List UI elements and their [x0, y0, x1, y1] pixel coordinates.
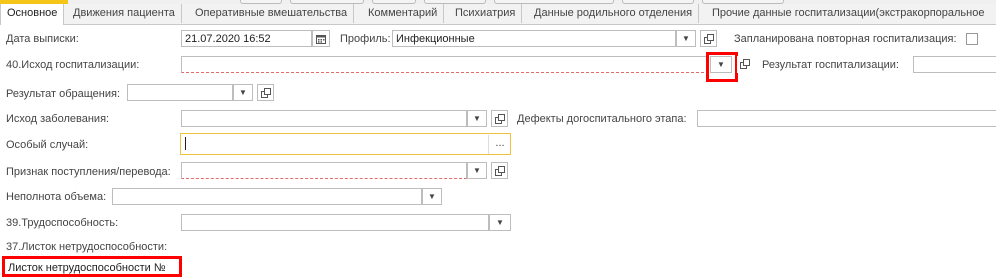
profile-label: Профиль:	[340, 33, 391, 45]
calendar-button[interactable]	[312, 30, 330, 47]
profile-value: Инфекционные	[396, 33, 475, 45]
open-window-icon	[495, 114, 505, 124]
open-window-icon	[261, 88, 271, 98]
special-case-select-button[interactable]: ...	[488, 135, 511, 154]
open-window-icon	[495, 166, 505, 176]
open-window-icon	[704, 34, 714, 44]
open-window-icon	[740, 59, 750, 69]
profile-select[interactable]: Инфекционные	[392, 30, 676, 47]
admission-sign-open-button[interactable]	[491, 162, 508, 179]
tab-psychiatry[interactable]: Психиатрия	[449, 4, 523, 23]
tab-main[interactable]: Основное	[0, 4, 65, 25]
hosp-outcome-select[interactable]	[181, 56, 709, 73]
sick-leave-label: 37.Листок нетрудоспособности:	[6, 241, 168, 253]
tab-maternity-data[interactable]: Данные родильного отделения	[528, 4, 700, 23]
incomplete-volume-select[interactable]	[112, 188, 422, 205]
chevron-down-icon: ▼	[682, 34, 690, 43]
disease-outcome-open-button[interactable]	[491, 110, 508, 127]
tab-comment[interactable]: Комментарий	[362, 4, 445, 23]
hosp-result-select[interactable]	[913, 56, 996, 73]
text-cursor	[185, 137, 186, 150]
disease-outcome-dropdown-button[interactable]: ▼	[467, 110, 487, 127]
planned-rehosp-label: Запланирована повторная госпитализация:	[734, 33, 957, 45]
highlight-box	[2, 256, 182, 277]
work-capacity-select[interactable]	[181, 214, 489, 231]
discharge-date-input[interactable]: 21.07.2020 16:52	[181, 30, 312, 47]
incomplete-volume-dropdown-button[interactable]: ▼	[422, 188, 442, 205]
appeal-result-label: Результат обращения:	[6, 88, 121, 100]
appeal-result-select[interactable]	[127, 84, 233, 101]
prehosp-defects-input[interactable]	[697, 110, 996, 127]
chevron-down-icon: ▼	[496, 218, 504, 227]
chevron-down-icon: ▼	[473, 114, 481, 123]
highlight-box	[706, 52, 738, 82]
calendar-icon	[316, 35, 326, 44]
hosp-outcome-open-button[interactable]	[737, 56, 754, 73]
discharge-date-value: 21.07.2020 16:52	[185, 33, 271, 45]
tab-other-hosp-data[interactable]: Прочие данные госпитализации(экстракорпо…	[706, 4, 990, 23]
appeal-result-dropdown-button[interactable]: ▼	[233, 84, 253, 101]
chevron-down-icon: ▼	[239, 88, 247, 97]
hosp-outcome-label: 40.Исход госпитализации:	[6, 59, 140, 71]
disease-outcome-label: Исход заболевания:	[6, 113, 110, 125]
incomplete-volume-label: Неполнота объема:	[6, 191, 107, 203]
appeal-result-open-button[interactable]	[257, 84, 274, 101]
tab-bar: Основное Движения пациента Оперативные в…	[0, 4, 996, 25]
profile-dropdown-button[interactable]: ▼	[676, 30, 696, 47]
work-capacity-dropdown-button[interactable]: ▼	[489, 214, 511, 231]
chevron-down-icon: ▼	[428, 192, 436, 201]
special-case-input[interactable]: ...	[180, 133, 511, 155]
disease-outcome-select[interactable]	[181, 110, 467, 127]
tab-patient-movements[interactable]: Движения пациента	[67, 4, 182, 23]
profile-open-button[interactable]	[700, 30, 717, 47]
admission-sign-select[interactable]	[181, 162, 467, 179]
hosp-result-label: Результат госпитализации:	[762, 59, 899, 71]
special-case-label: Особый случай:	[6, 139, 89, 151]
planned-rehosp-checkbox[interactable]	[966, 33, 978, 45]
tab-operations[interactable]: Оперативные вмешательства	[189, 4, 355, 23]
admission-sign-dropdown-button[interactable]: ▼	[467, 162, 487, 179]
work-capacity-label: 39.Трудоспособность:	[6, 217, 119, 229]
prehosp-defects-label: Дефекты догоспитального этапа:	[517, 113, 687, 125]
chevron-down-icon: ▼	[473, 166, 481, 175]
admission-sign-label: Признак поступления/перевода:	[6, 166, 171, 178]
discharge-date-label: Дата выписки:	[6, 33, 79, 45]
